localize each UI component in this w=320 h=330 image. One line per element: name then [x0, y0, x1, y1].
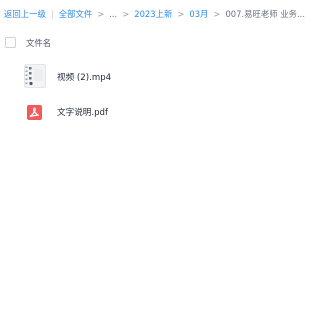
file-browser: 返回上一级 | 全部文件 > ... > 2023上新 > 03月 > 007.… [0, 0, 310, 330]
breadcrumb-folder-2023[interactable]: 2023上新 [134, 8, 172, 20]
list-header: 文件名 [0, 33, 310, 53]
video-file-icon [24, 64, 46, 88]
pdf-file-icon [27, 105, 42, 120]
breadcrumb-all-files[interactable]: 全部文件 [59, 8, 93, 20]
breadcrumb-separator: > [122, 9, 130, 19]
file-name[interactable]: 文字说明.pdf [57, 107, 108, 119]
breadcrumb-divider: | [50, 9, 54, 19]
breadcrumb-current: 007.易旺老师 业务... [225, 9, 305, 19]
list-item[interactable]: 视频 (2).mp4 [0, 63, 310, 93]
breadcrumb-separator: > [213, 9, 221, 19]
name-column-header[interactable]: 文件名 [26, 37, 51, 49]
back-link[interactable]: 返回上一级 [4, 8, 46, 20]
file-name[interactable]: 视频 (2).mp4 [57, 72, 111, 84]
breadcrumb-separator: > [97, 9, 105, 19]
breadcrumb-separator: > [177, 9, 185, 19]
breadcrumb-folder-03[interactable]: 03月 [189, 8, 208, 20]
breadcrumb-ellipsis[interactable]: ... [109, 8, 117, 20]
list-item[interactable]: 文字说明.pdf [0, 98, 310, 128]
select-all-checkbox[interactable] [5, 37, 16, 48]
breadcrumb: 返回上一级 | 全部文件 > ... > 2023上新 > 03月 > 007.… [4, 8, 305, 20]
